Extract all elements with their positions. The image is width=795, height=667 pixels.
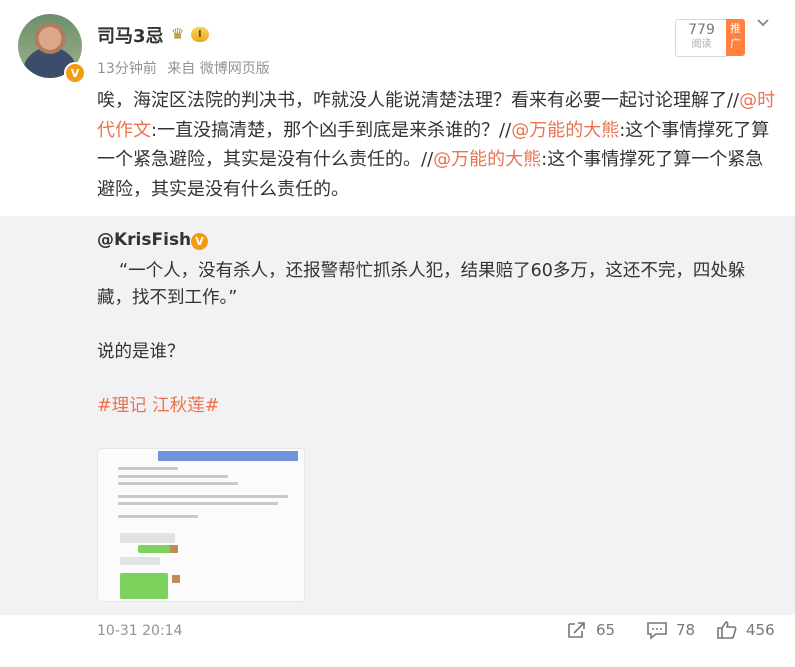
post-text: 唉，海淀区法院的判决书，咋就没人能说清楚法理？看来有必要一起讨论理解了//@时代… [97, 86, 777, 204]
comment-icon [647, 622, 667, 640]
read-count: 779 [688, 22, 715, 38]
post-meta: 13分钟前 来自 微博网页版 [97, 58, 270, 78]
weibo-post: V 司马3忌 ♛ I 13分钟前 来自 微博网页版 779 阅读 推广 唉，海淀… [0, 0, 795, 667]
post-text-part: 唉，海淀区法院的判决书，咋就没人能说清楚法理？看来有必要一起讨论理解了// [97, 90, 740, 111]
forward-count: 65 [596, 621, 616, 639]
read-counter: 779 阅读 [675, 19, 727, 57]
chevron-down-icon[interactable] [754, 14, 772, 32]
forward-button[interactable]: 65 [566, 620, 615, 640]
comment-count: 78 [676, 621, 696, 639]
like-button[interactable]: 456 [716, 620, 775, 640]
reposted-content: @KrisFish V “一个人，没有杀人，还报警帮忙抓杀人犯，结果赔了60多万… [0, 216, 795, 615]
time-ago[interactable]: 13分钟前 [97, 61, 157, 77]
username[interactable]: 司马3忌 [97, 22, 164, 48]
repost-username[interactable]: @KrisFish [97, 230, 191, 250]
read-label: 阅读 [691, 39, 712, 50]
repost-quote: “一个人，没有杀人，还报警帮忙抓杀人犯，结果赔了60多万，这还不完，四处躲藏，找… [97, 261, 746, 308]
mention-link[interactable]: @万能的大熊 [433, 149, 541, 170]
post-source: 来自 微博网页版 [167, 61, 270, 77]
image-thumbnail[interactable] [97, 448, 305, 602]
thumbs-up-icon [717, 621, 737, 639]
mention-link[interactable]: @万能的大熊 [511, 120, 619, 141]
verified-badge-icon: V [64, 62, 86, 84]
post-text-part: :一直没搞清楚，那个凶手到底是来杀谁的？// [151, 119, 512, 141]
verified-badge-icon: V [191, 233, 208, 250]
repost-text: “一个人，没有杀人，还报警帮忙抓杀人犯，结果赔了60多万，这还不完，四处躲藏，找… [97, 258, 777, 420]
hashtag-link[interactable]: #理记 江秋莲# [97, 393, 777, 420]
repost-question: 说的是谁？ [97, 342, 185, 362]
level-badge[interactable]: I [191, 27, 209, 42]
crown-icon[interactable]: ♛ [171, 26, 191, 42]
post-timestamp[interactable]: 10-31 20:14 [97, 623, 182, 639]
share-icon [568, 622, 585, 638]
like-count: 456 [746, 621, 775, 639]
promote-button[interactable]: 推广 [726, 19, 745, 56]
comment-button[interactable]: 78 [646, 620, 695, 640]
